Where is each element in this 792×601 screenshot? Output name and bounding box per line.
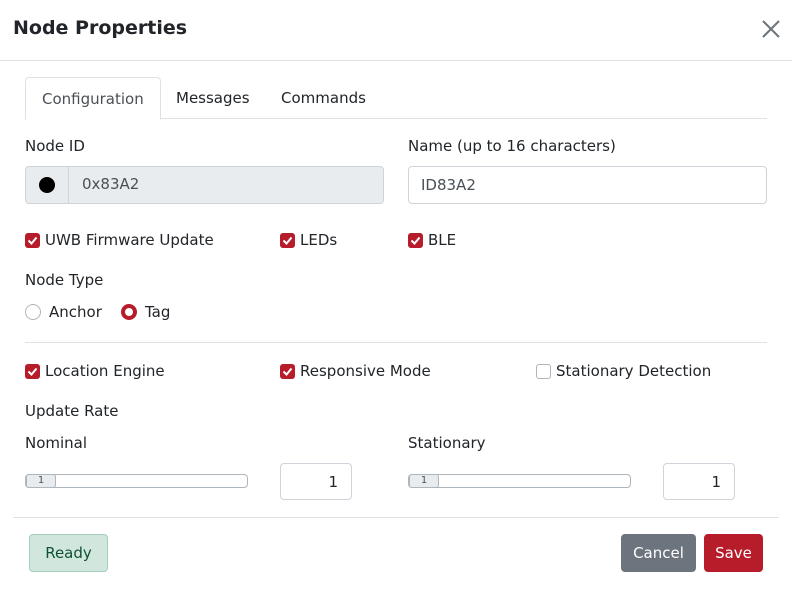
save-button[interactable]: Save <box>704 534 763 572</box>
node-type-label: Node Type <box>25 271 104 289</box>
node-id-value: 0x83A2 <box>82 175 140 193</box>
status-dot-icon <box>39 177 55 193</box>
name-label: Name (up to 16 characters) <box>408 137 616 155</box>
dialog-header: Node Properties <box>0 0 792 61</box>
tab-messages[interactable]: Messages <box>160 77 266 119</box>
stationary-rate-slider[interactable]: 1 <box>408 474 631 488</box>
name-input[interactable] <box>408 166 767 204</box>
dialog-title: Node Properties <box>13 17 188 39</box>
status-badge: Ready <box>29 534 108 572</box>
checkbox-label: Responsive Mode <box>300 362 431 380</box>
tab-commands[interactable]: Commands <box>265 77 382 119</box>
radio-unselected-icon <box>25 304 41 320</box>
checkbox-label: LEDs <box>300 231 338 249</box>
responsive-mode-checkbox[interactable]: Responsive Mode <box>280 362 431 380</box>
footer-divider <box>13 517 779 518</box>
node-status-addon <box>26 167 69 203</box>
checkbox-label: Stationary Detection <box>556 362 712 380</box>
checkbox-unchecked-icon <box>536 363 551 379</box>
tag-radio[interactable]: Tag <box>121 303 170 321</box>
anchor-radio[interactable]: Anchor <box>25 303 102 321</box>
ble-checkbox[interactable]: BLE <box>408 231 456 249</box>
checkbox-checked-icon <box>280 232 295 248</box>
cancel-button[interactable]: Cancel <box>621 534 696 572</box>
location-engine-checkbox[interactable]: Location Engine <box>25 362 165 380</box>
nominal-rate-input[interactable] <box>280 463 352 500</box>
checkbox-label: Location Engine <box>45 362 165 380</box>
radio-selected-icon <box>121 304 137 320</box>
update-rate-label: Update Rate <box>25 402 119 420</box>
tab-configuration[interactable]: Configuration <box>25 77 161 120</box>
tab-bar: Configuration Messages Commands <box>25 77 767 120</box>
stationary-label: Stationary <box>408 434 486 452</box>
radio-label: Anchor <box>49 303 102 321</box>
checkbox-label: UWB Firmware Update <box>45 231 214 249</box>
close-icon[interactable] <box>760 18 782 40</box>
stationary-rate-input[interactable] <box>663 463 735 500</box>
stationary-detection-checkbox[interactable]: Stationary Detection <box>536 362 711 380</box>
checkbox-checked-icon <box>280 363 295 379</box>
slider-handle[interactable]: 1 <box>26 474 56 488</box>
node-id-label: Node ID <box>25 137 85 155</box>
checkbox-checked-icon <box>25 363 40 379</box>
radio-label: Tag <box>145 303 171 321</box>
uwb-firmware-update-checkbox[interactable]: UWB Firmware Update <box>25 231 214 249</box>
checkbox-checked-icon <box>25 232 40 248</box>
section-divider <box>25 342 767 343</box>
node-id-field: 0x83A2 <box>25 166 384 204</box>
checkbox-checked-icon <box>408 232 423 248</box>
leds-checkbox[interactable]: LEDs <box>280 231 337 249</box>
nominal-rate-slider[interactable]: 1 <box>25 474 248 488</box>
checkbox-label: BLE <box>428 231 457 249</box>
nominal-label: Nominal <box>25 434 88 452</box>
slider-handle[interactable]: 1 <box>409 474 439 488</box>
